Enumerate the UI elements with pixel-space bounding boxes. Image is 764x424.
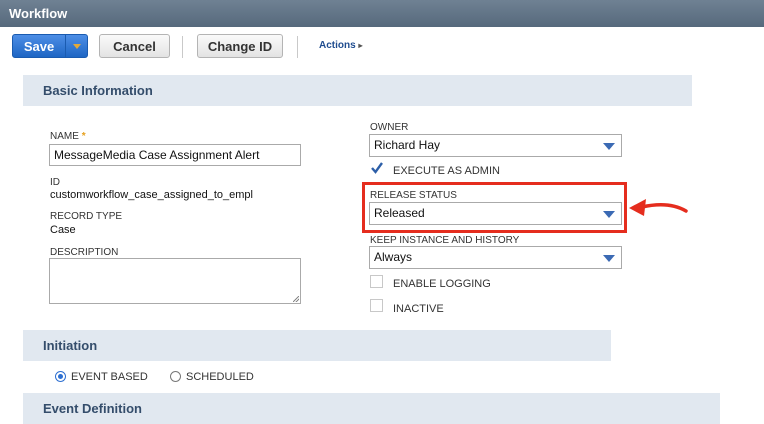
change-id-button[interactable]: Change ID bbox=[197, 34, 283, 58]
window-titlebar: Workflow bbox=[0, 0, 764, 27]
name-input[interactable]: MessageMedia Case Assignment Alert bbox=[49, 144, 301, 166]
owner-select[interactable]: Richard Hay bbox=[369, 134, 622, 157]
event-based-radio[interactable] bbox=[55, 371, 66, 382]
section-basic-information[interactable]: Basic Information bbox=[23, 75, 692, 106]
keep-instance-label: KEEP INSTANCE AND HISTORY bbox=[370, 235, 520, 246]
id-value: customworkflow_case_assigned_to_empl bbox=[50, 189, 253, 201]
dropdown-arrow-icon bbox=[603, 255, 615, 262]
description-label: DESCRIPTION bbox=[50, 247, 119, 258]
dropdown-arrow-icon bbox=[603, 211, 615, 218]
checkmark-icon bbox=[371, 162, 383, 174]
save-split-button[interactable]: Save bbox=[12, 34, 88, 58]
dropdown-arrow-icon bbox=[603, 143, 615, 150]
toolbar-divider bbox=[297, 36, 298, 58]
release-status-value: Released bbox=[374, 206, 425, 220]
scheduled-radio[interactable] bbox=[170, 371, 181, 382]
save-menu-button[interactable] bbox=[65, 35, 87, 57]
section-title: Event Definition bbox=[43, 401, 142, 416]
enable-logging-checkbox[interactable] bbox=[370, 275, 383, 288]
actions-label: Actions bbox=[319, 40, 356, 51]
annotation-arrow-icon bbox=[629, 199, 688, 216]
release-status-label: RELEASE STATUS bbox=[370, 190, 457, 201]
section-initiation[interactable]: Initiation bbox=[23, 330, 611, 361]
keep-instance-select[interactable]: Always bbox=[369, 246, 622, 269]
actions-caret-icon: ▸ bbox=[358, 41, 363, 50]
record-type-value: Case bbox=[50, 224, 76, 236]
keep-instance-value: Always bbox=[374, 250, 413, 264]
actions-menu[interactable]: Actions ▸ bbox=[319, 40, 362, 51]
inactive-checkbox[interactable] bbox=[370, 299, 383, 312]
inactive-label: INACTIVE bbox=[393, 303, 444, 315]
release-status-select[interactable]: Released bbox=[369, 202, 622, 225]
owner-label: OWNER bbox=[370, 122, 409, 133]
execute-as-admin-label: EXECUTE AS ADMIN bbox=[393, 165, 500, 177]
scheduled-label: SCHEDULED bbox=[186, 371, 254, 383]
window-title: Workflow bbox=[9, 6, 68, 21]
name-field-label: NAME * bbox=[50, 131, 86, 142]
id-field-label: ID bbox=[50, 177, 60, 188]
event-based-label: EVENT BASED bbox=[71, 371, 148, 383]
record-type-label: RECORD TYPE bbox=[50, 211, 123, 222]
required-marker: * bbox=[81, 131, 86, 142]
owner-value: Richard Hay bbox=[374, 138, 441, 152]
execute-as-admin-checkbox[interactable] bbox=[370, 162, 383, 175]
cancel-button[interactable]: Cancel bbox=[99, 34, 170, 58]
resize-handle-icon[interactable] bbox=[293, 296, 299, 302]
section-title: Initiation bbox=[43, 338, 98, 353]
save-button[interactable]: Save bbox=[13, 35, 65, 57]
toolbar-divider bbox=[182, 36, 183, 58]
section-title: Basic Information bbox=[43, 83, 153, 98]
chevron-down-icon bbox=[72, 43, 81, 49]
enable-logging-label: ENABLE LOGGING bbox=[393, 278, 491, 290]
description-textarea[interactable] bbox=[49, 258, 301, 304]
section-event-definition[interactable]: Event Definition bbox=[23, 393, 720, 424]
